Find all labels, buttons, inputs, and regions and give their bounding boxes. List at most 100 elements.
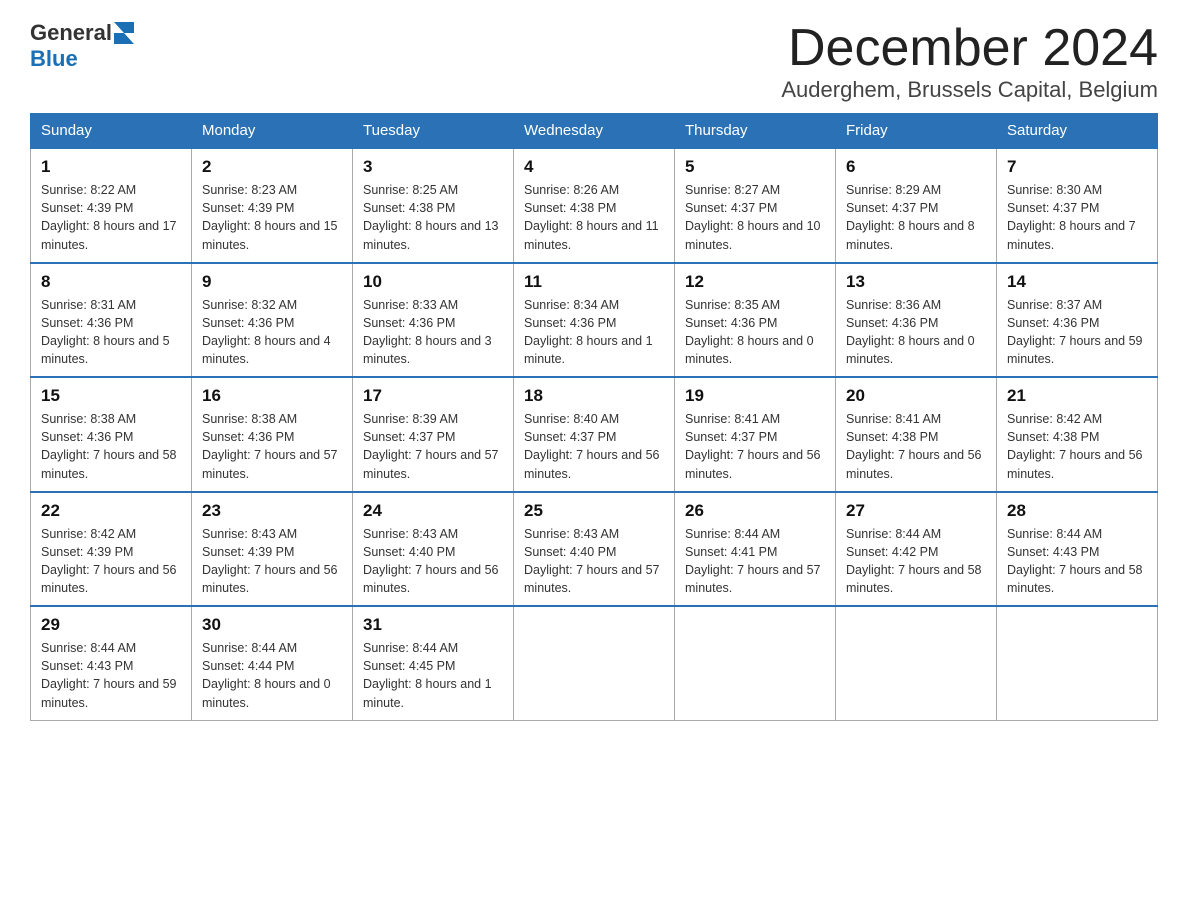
day-number: 3 — [363, 157, 503, 177]
day-number: 12 — [685, 272, 825, 292]
calendar-cell — [836, 606, 997, 720]
day-number: 30 — [202, 615, 342, 635]
day-info: Sunrise: 8:29 AM Sunset: 4:37 PM Dayligh… — [846, 181, 986, 254]
title-block: December 2024 Auderghem, Brussels Capita… — [781, 20, 1158, 103]
col-header-sunday: Sunday — [31, 114, 192, 149]
day-info: Sunrise: 8:38 AM Sunset: 4:36 PM Dayligh… — [202, 410, 342, 483]
day-number: 19 — [685, 386, 825, 406]
day-info: Sunrise: 8:40 AM Sunset: 4:37 PM Dayligh… — [524, 410, 664, 483]
calendar-week-row: 29 Sunrise: 8:44 AM Sunset: 4:43 PM Dayl… — [31, 606, 1158, 720]
day-number: 27 — [846, 501, 986, 521]
month-title: December 2024 — [781, 20, 1158, 77]
day-info: Sunrise: 8:36 AM Sunset: 4:36 PM Dayligh… — [846, 296, 986, 369]
day-number: 5 — [685, 157, 825, 177]
day-number: 11 — [524, 272, 664, 292]
calendar-cell: 11 Sunrise: 8:34 AM Sunset: 4:36 PM Dayl… — [514, 263, 675, 378]
calendar-cell: 17 Sunrise: 8:39 AM Sunset: 4:37 PM Dayl… — [353, 377, 514, 492]
day-number: 1 — [41, 157, 181, 177]
day-info: Sunrise: 8:43 AM Sunset: 4:40 PM Dayligh… — [524, 525, 664, 598]
day-info: Sunrise: 8:33 AM Sunset: 4:36 PM Dayligh… — [363, 296, 503, 369]
day-info: Sunrise: 8:26 AM Sunset: 4:38 PM Dayligh… — [524, 181, 664, 254]
day-info: Sunrise: 8:37 AM Sunset: 4:36 PM Dayligh… — [1007, 296, 1147, 369]
day-number: 14 — [1007, 272, 1147, 292]
calendar-cell: 12 Sunrise: 8:35 AM Sunset: 4:36 PM Dayl… — [675, 263, 836, 378]
calendar-cell: 5 Sunrise: 8:27 AM Sunset: 4:37 PM Dayli… — [675, 148, 836, 263]
day-info: Sunrise: 8:44 AM Sunset: 4:42 PM Dayligh… — [846, 525, 986, 598]
day-number: 10 — [363, 272, 503, 292]
day-number: 29 — [41, 615, 181, 635]
day-info: Sunrise: 8:35 AM Sunset: 4:36 PM Dayligh… — [685, 296, 825, 369]
calendar-cell: 14 Sunrise: 8:37 AM Sunset: 4:36 PM Dayl… — [997, 263, 1158, 378]
calendar-cell: 24 Sunrise: 8:43 AM Sunset: 4:40 PM Dayl… — [353, 492, 514, 607]
calendar-cell: 28 Sunrise: 8:44 AM Sunset: 4:43 PM Dayl… — [997, 492, 1158, 607]
calendar-cell: 9 Sunrise: 8:32 AM Sunset: 4:36 PM Dayli… — [192, 263, 353, 378]
calendar-table: SundayMondayTuesdayWednesdayThursdayFrid… — [30, 113, 1158, 721]
calendar-cell: 4 Sunrise: 8:26 AM Sunset: 4:38 PM Dayli… — [514, 148, 675, 263]
calendar-cell: 10 Sunrise: 8:33 AM Sunset: 4:36 PM Dayl… — [353, 263, 514, 378]
col-header-saturday: Saturday — [997, 114, 1158, 149]
day-info: Sunrise: 8:43 AM Sunset: 4:40 PM Dayligh… — [363, 525, 503, 598]
calendar-cell: 20 Sunrise: 8:41 AM Sunset: 4:38 PM Dayl… — [836, 377, 997, 492]
calendar-week-row: 15 Sunrise: 8:38 AM Sunset: 4:36 PM Dayl… — [31, 377, 1158, 492]
day-number: 8 — [41, 272, 181, 292]
day-number: 23 — [202, 501, 342, 521]
calendar-cell: 16 Sunrise: 8:38 AM Sunset: 4:36 PM Dayl… — [192, 377, 353, 492]
day-info: Sunrise: 8:42 AM Sunset: 4:39 PM Dayligh… — [41, 525, 181, 598]
calendar-header-row: SundayMondayTuesdayWednesdayThursdayFrid… — [31, 114, 1158, 149]
calendar-cell: 18 Sunrise: 8:40 AM Sunset: 4:37 PM Dayl… — [514, 377, 675, 492]
day-number: 4 — [524, 157, 664, 177]
col-header-tuesday: Tuesday — [353, 114, 514, 149]
logo: General Blue — [30, 20, 134, 72]
col-header-thursday: Thursday — [675, 114, 836, 149]
day-number: 22 — [41, 501, 181, 521]
calendar-cell: 6 Sunrise: 8:29 AM Sunset: 4:37 PM Dayli… — [836, 148, 997, 263]
calendar-cell — [675, 606, 836, 720]
calendar-cell: 13 Sunrise: 8:36 AM Sunset: 4:36 PM Dayl… — [836, 263, 997, 378]
day-info: Sunrise: 8:31 AM Sunset: 4:36 PM Dayligh… — [41, 296, 181, 369]
logo-triangle-bottom — [114, 33, 134, 44]
calendar-cell: 27 Sunrise: 8:44 AM Sunset: 4:42 PM Dayl… — [836, 492, 997, 607]
location-title: Auderghem, Brussels Capital, Belgium — [781, 77, 1158, 103]
day-info: Sunrise: 8:23 AM Sunset: 4:39 PM Dayligh… — [202, 181, 342, 254]
day-info: Sunrise: 8:22 AM Sunset: 4:39 PM Dayligh… — [41, 181, 181, 254]
calendar-cell: 8 Sunrise: 8:31 AM Sunset: 4:36 PM Dayli… — [31, 263, 192, 378]
day-info: Sunrise: 8:44 AM Sunset: 4:43 PM Dayligh… — [1007, 525, 1147, 598]
page-header: General Blue December 2024 Auderghem, Br… — [30, 20, 1158, 103]
logo-text-general: General — [30, 20, 112, 46]
logo-triangle-top — [114, 22, 134, 33]
calendar-cell: 7 Sunrise: 8:30 AM Sunset: 4:37 PM Dayli… — [997, 148, 1158, 263]
day-info: Sunrise: 8:32 AM Sunset: 4:36 PM Dayligh… — [202, 296, 342, 369]
calendar-cell: 26 Sunrise: 8:44 AM Sunset: 4:41 PM Dayl… — [675, 492, 836, 607]
day-info: Sunrise: 8:41 AM Sunset: 4:37 PM Dayligh… — [685, 410, 825, 483]
day-info: Sunrise: 8:38 AM Sunset: 4:36 PM Dayligh… — [41, 410, 181, 483]
calendar-week-row: 1 Sunrise: 8:22 AM Sunset: 4:39 PM Dayli… — [31, 148, 1158, 263]
calendar-cell: 15 Sunrise: 8:38 AM Sunset: 4:36 PM Dayl… — [31, 377, 192, 492]
day-info: Sunrise: 8:44 AM Sunset: 4:43 PM Dayligh… — [41, 639, 181, 712]
day-info: Sunrise: 8:39 AM Sunset: 4:37 PM Dayligh… — [363, 410, 503, 483]
col-header-friday: Friday — [836, 114, 997, 149]
calendar-cell: 2 Sunrise: 8:23 AM Sunset: 4:39 PM Dayli… — [192, 148, 353, 263]
day-info: Sunrise: 8:25 AM Sunset: 4:38 PM Dayligh… — [363, 181, 503, 254]
day-info: Sunrise: 8:44 AM Sunset: 4:41 PM Dayligh… — [685, 525, 825, 598]
day-number: 25 — [524, 501, 664, 521]
calendar-week-row: 22 Sunrise: 8:42 AM Sunset: 4:39 PM Dayl… — [31, 492, 1158, 607]
day-number: 7 — [1007, 157, 1147, 177]
col-header-monday: Monday — [192, 114, 353, 149]
calendar-cell: 25 Sunrise: 8:43 AM Sunset: 4:40 PM Dayl… — [514, 492, 675, 607]
day-info: Sunrise: 8:27 AM Sunset: 4:37 PM Dayligh… — [685, 181, 825, 254]
day-number: 26 — [685, 501, 825, 521]
day-number: 31 — [363, 615, 503, 635]
col-header-wednesday: Wednesday — [514, 114, 675, 149]
calendar-cell: 22 Sunrise: 8:42 AM Sunset: 4:39 PM Dayl… — [31, 492, 192, 607]
calendar-cell: 19 Sunrise: 8:41 AM Sunset: 4:37 PM Dayl… — [675, 377, 836, 492]
day-number: 13 — [846, 272, 986, 292]
day-info: Sunrise: 8:44 AM Sunset: 4:44 PM Dayligh… — [202, 639, 342, 712]
day-number: 9 — [202, 272, 342, 292]
day-info: Sunrise: 8:34 AM Sunset: 4:36 PM Dayligh… — [524, 296, 664, 369]
day-number: 24 — [363, 501, 503, 521]
day-info: Sunrise: 8:44 AM Sunset: 4:45 PM Dayligh… — [363, 639, 503, 712]
day-info: Sunrise: 8:42 AM Sunset: 4:38 PM Dayligh… — [1007, 410, 1147, 483]
calendar-cell: 1 Sunrise: 8:22 AM Sunset: 4:39 PM Dayli… — [31, 148, 192, 263]
day-info: Sunrise: 8:30 AM Sunset: 4:37 PM Dayligh… — [1007, 181, 1147, 254]
day-info: Sunrise: 8:41 AM Sunset: 4:38 PM Dayligh… — [846, 410, 986, 483]
